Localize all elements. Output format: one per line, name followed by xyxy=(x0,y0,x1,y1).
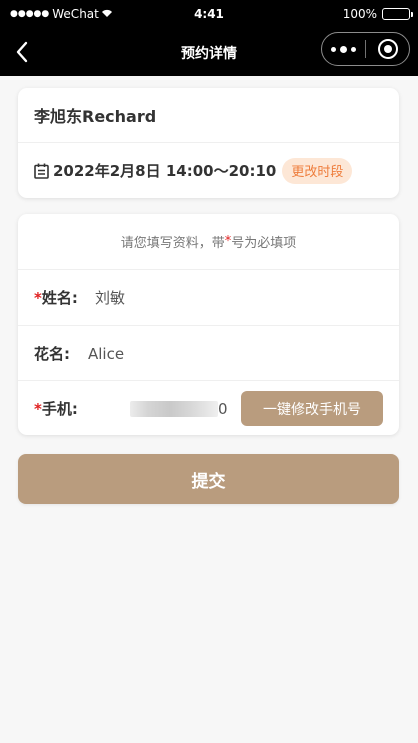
battery-info: 100% xyxy=(342,7,413,21)
phone-number-masked xyxy=(130,400,218,417)
form-hint: 请您填写资料，带 * 号为必填项 xyxy=(18,214,399,269)
form-card: 请您填写资料，带 * 号为必填项 *姓名: 刘敏 花名: Alice *手机: … xyxy=(18,214,399,435)
more-dots-icon xyxy=(329,45,358,53)
nickname-label: 花名: xyxy=(34,345,70,363)
nav-bar: 预约详情 xyxy=(0,28,418,76)
booker-name: 李旭东Rechard xyxy=(34,107,157,126)
booking-datetime: 2022年2月8日 14:00～20:10 xyxy=(53,162,277,180)
calendar-icon xyxy=(34,163,49,179)
more-button[interactable] xyxy=(322,33,365,65)
booking-card: 李旭东Rechard 2022年2月8日 14:00～20:10 更改时段 xyxy=(18,88,399,198)
nickname-input[interactable]: Alice xyxy=(88,345,124,363)
close-circle-icon xyxy=(377,39,398,59)
modify-phone-button[interactable]: 一键修改手机号 xyxy=(241,391,383,426)
phone-label: *手机: xyxy=(34,400,78,418)
name-input[interactable]: 刘敏 xyxy=(95,287,125,308)
phone-number-tail: 0 xyxy=(218,399,228,418)
phone-field-row: *手机: 0 一键修改手机号 xyxy=(18,381,399,436)
nickname-field-row: 花名: Alice xyxy=(18,326,399,381)
booking-time-row: 2022年2月8日 14:00～20:10 更改时段 xyxy=(18,143,399,198)
hint-prefix: 请您填写资料，带 xyxy=(120,236,225,251)
submit-button[interactable]: 提交 xyxy=(18,454,399,504)
change-time-button[interactable]: 更改时段 xyxy=(282,157,353,184)
battery-icon xyxy=(382,8,413,20)
name-label: *姓名: xyxy=(34,289,78,307)
hint-suffix: 号为必填项 xyxy=(231,236,297,251)
status-bar: ●●●●● WeChat 4:41 100% xyxy=(0,0,418,28)
name-field-row: *姓名: 刘敏 xyxy=(18,270,399,325)
mini-program-capsule xyxy=(321,32,410,66)
close-miniprogram-button[interactable] xyxy=(366,33,409,65)
battery-percent: 100% xyxy=(342,7,377,21)
